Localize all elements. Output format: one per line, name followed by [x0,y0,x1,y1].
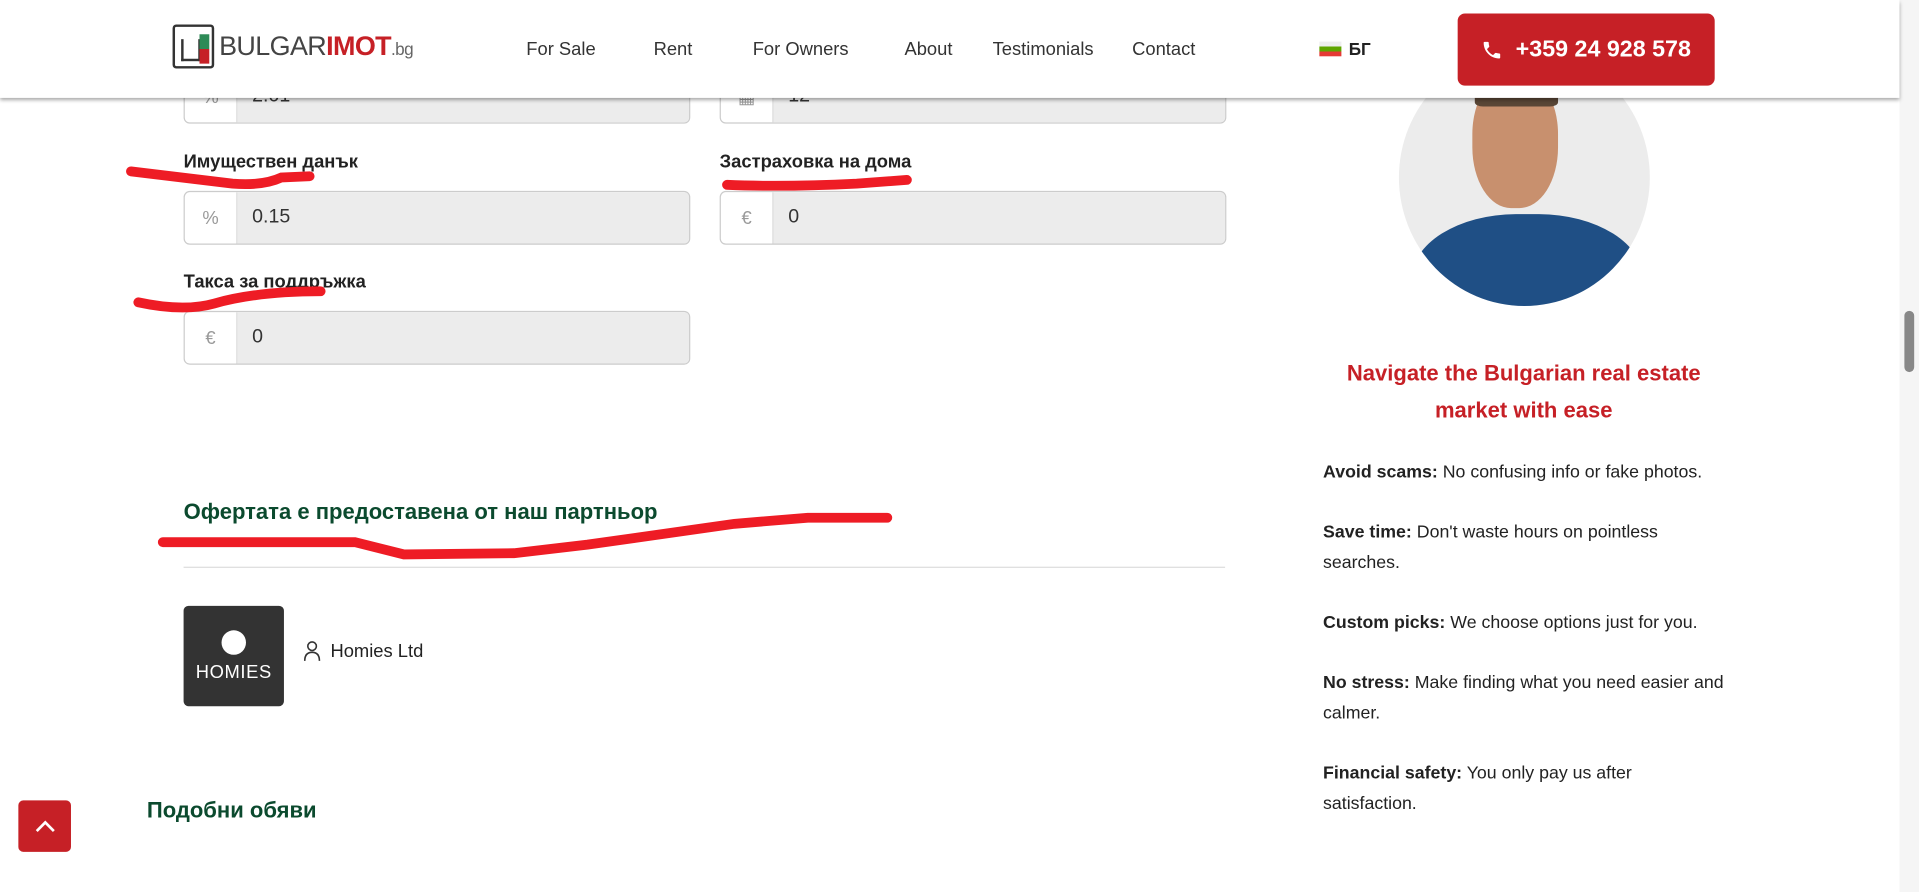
bulgarian-flag-icon [1319,41,1342,57]
logo-icon [172,24,215,69]
benefit-title: No stress: [1323,673,1410,693]
nav-contact[interactable]: Contact [1132,39,1195,60]
benefit-item: Custom picks: We choose options just for… [1323,608,1724,639]
partner-name-link[interactable]: Homies Ltd [303,640,424,662]
scrollbar-thumb[interactable] [1904,310,1915,373]
logo-domain: .bg [391,39,414,59]
phone-button[interactable]: +359 24 928 578 [1457,13,1715,86]
logo-text: BULGAR [219,30,327,62]
language-label: БГ [1348,39,1371,59]
benefit-title: Custom picks: [1323,613,1446,633]
benefit-item: Financial safety: You only pay us after … [1323,759,1724,820]
logo-text-bold: IMOT [326,30,392,62]
benefit-title: Avoid scams: [1323,462,1438,483]
benefit-item: No stress: Make finding what you need ea… [1323,668,1724,729]
phone-number: +359 24 928 578 [1515,36,1691,62]
phone-icon [1484,41,1501,58]
benefit-text: No confusing info or fake photos. [1437,462,1703,483]
chevron-up-icon [35,820,55,832]
nav-for-owners[interactable]: For Owners [753,39,849,60]
partner-logo[interactable]: HOMIES [183,605,284,707]
benefit-text: We choose options just for you. [1445,613,1698,633]
benefit-title: Financial safety: [1323,763,1463,784]
scrollbar-track[interactable] [1899,0,1919,892]
benefit-title: Save time: [1323,522,1412,543]
user-icon [303,641,321,661]
nav-about[interactable]: About [904,39,952,60]
nav-for-sale[interactable]: For Sale [526,39,595,60]
benefit-item: Save time: Don't waste hours on pointles… [1323,518,1724,579]
nav-rent[interactable]: Rent [654,39,693,60]
benefit-item: Avoid scams: No confusing info or fake p… [1323,458,1724,489]
partner-name: Homies Ltd [330,640,424,662]
similar-listings-heading: Подобни обяви [146,797,317,823]
page: % 2.01 ▦ 12 Имуществен данък % 0.15 Заст… [0,0,1919,892]
site-header: BULGARIMOT.bg For Sale Rent For Owners A… [0,0,1900,98]
logo[interactable]: BULGARIMOT.bg [172,24,414,69]
partner-logo-text: HOMIES [195,661,272,683]
scroll-to-top-button[interactable] [18,800,71,852]
sidebar-title: Navigate the Bulgarian real estate marke… [1346,361,1701,423]
nav-testimonials[interactable]: Testimonials [993,39,1094,60]
language-switcher[interactable]: БГ [1319,39,1371,59]
handshake-icon [221,629,247,655]
